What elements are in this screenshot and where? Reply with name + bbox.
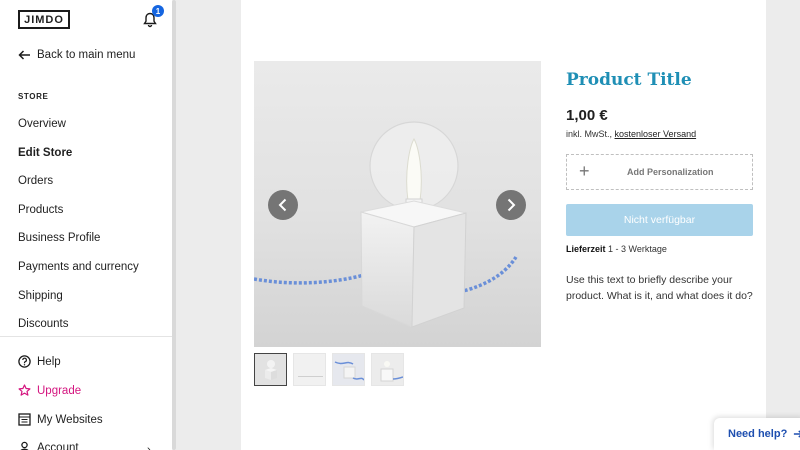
- upgrade-link[interactable]: Upgrade: [18, 384, 81, 397]
- thumbnail-3[interactable]: [332, 353, 365, 386]
- notification-badge: 1: [152, 5, 164, 17]
- jimdo-logo[interactable]: JIMDO: [18, 10, 70, 29]
- shipping-link[interactable]: kostenloser Versand: [615, 129, 697, 139]
- sidebar-item-shipping[interactable]: Shipping: [18, 290, 63, 302]
- thumbnail-2[interactable]: [293, 353, 326, 386]
- question-circle-icon: [18, 355, 31, 368]
- sidebar-item-products[interactable]: Products: [18, 204, 63, 216]
- gallery-prev-button[interactable]: [268, 190, 298, 220]
- thumbnail-1[interactable]: [254, 353, 287, 386]
- sidebar-item-business-profile[interactable]: Business Profile: [18, 232, 100, 244]
- buy-button[interactable]: Nicht verfügbar: [566, 204, 753, 236]
- thumbnail-4[interactable]: [371, 353, 404, 386]
- sidebar-item-overview[interactable]: Overview: [18, 118, 66, 130]
- back-label: Back to main menu: [37, 49, 136, 61]
- my-websites-label: My Websites: [37, 413, 103, 426]
- tax-prefix: inkl. MwSt.,: [566, 129, 613, 139]
- chevron-right-icon: [507, 198, 516, 212]
- section-label-store: STORE: [18, 92, 49, 101]
- product-price: 1,00 €: [566, 107, 608, 124]
- sidebar-item-edit-store[interactable]: Edit Store: [18, 147, 72, 159]
- delivery-label: Lieferzeit: [566, 244, 606, 254]
- add-personalization-button[interactable]: + Add Personalization: [566, 154, 753, 190]
- delivery-time: Lieferzeit 1 - 3 Werktage: [566, 244, 667, 254]
- sidebar-item-discounts[interactable]: Discounts: [18, 318, 69, 330]
- help-label: Help: [37, 355, 61, 368]
- sidebar-item-payments[interactable]: Payments and currency: [18, 261, 139, 273]
- gallery-thumbnails: [254, 353, 404, 386]
- help-link[interactable]: Help: [18, 355, 61, 368]
- star-icon: [18, 384, 31, 396]
- product-title: Product Title: [566, 70, 692, 90]
- user-icon: [20, 441, 29, 450]
- need-help-button[interactable]: Need help?: [714, 418, 800, 450]
- need-help-label: Need help?: [728, 428, 788, 440]
- personalization-label: Add Personalization: [627, 167, 714, 177]
- arrow-right-icon: [794, 430, 800, 438]
- chevron-right-icon[interactable]: ›: [147, 444, 151, 450]
- back-to-main-menu-link[interactable]: Back to main menu: [18, 49, 135, 61]
- sidebar-divider: [0, 336, 172, 337]
- gallery-next-button[interactable]: [496, 190, 526, 220]
- sidebar-item-orders[interactable]: Orders: [18, 175, 53, 187]
- chevron-left-icon: [278, 198, 287, 212]
- upgrade-label: Upgrade: [37, 384, 82, 397]
- websites-list-icon: [18, 413, 31, 426]
- account-label: Account: [37, 441, 79, 450]
- sidebar-scrollbar[interactable]: [172, 0, 176, 450]
- tax-info: inkl. MwSt., kostenloser Versand: [566, 129, 696, 139]
- arrow-left-icon: [18, 50, 30, 60]
- sidebar: JIMDO 1 Back to main menu STORE Overview…: [0, 0, 172, 450]
- product-description: Use this text to briefly describe your p…: [566, 274, 753, 302]
- plus-icon: +: [579, 161, 590, 181]
- delivery-value: 1 - 3 Werktage: [608, 244, 667, 254]
- my-websites-link[interactable]: My Websites: [18, 413, 103, 426]
- account-link[interactable]: Account: [18, 441, 79, 450]
